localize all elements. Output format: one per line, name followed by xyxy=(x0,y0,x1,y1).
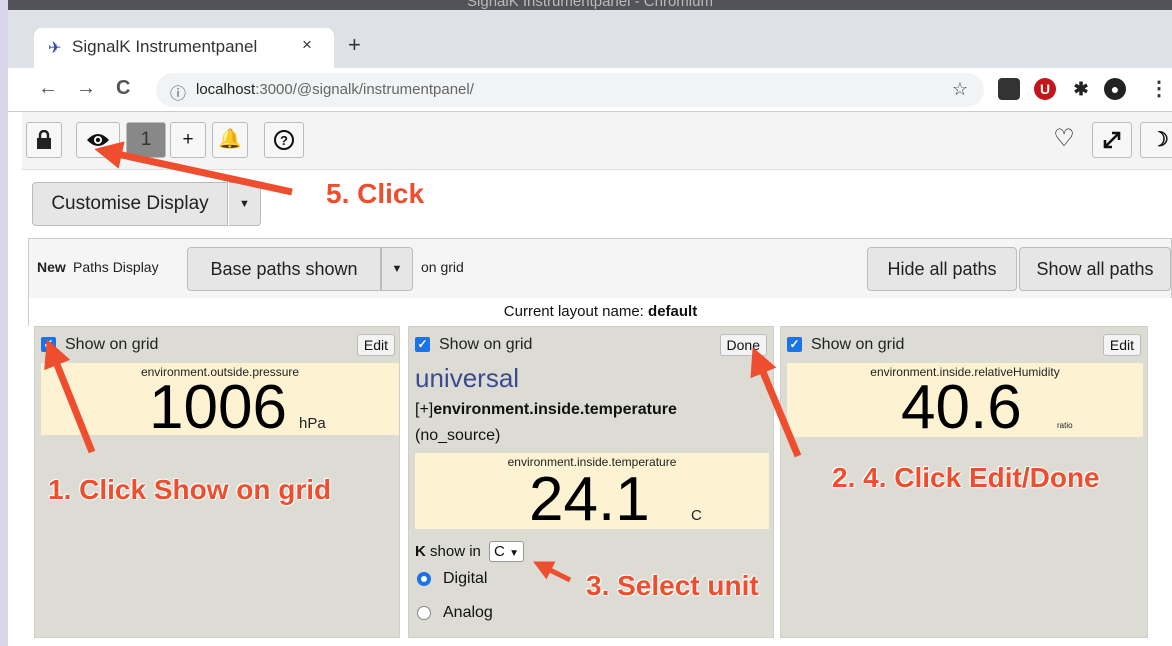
arrow-step5 xyxy=(94,141,293,196)
arrow-step3 xyxy=(533,561,572,583)
annotation-step3: 3. Select unit xyxy=(586,570,759,601)
annotation-arrows xyxy=(44,141,802,583)
screenshot-root: SignalK Instrumentpanel - Chromium ✈ Sig… xyxy=(0,0,1172,646)
annotation-step5: 5. Click xyxy=(326,178,425,209)
annotation-step1: 1. Click Show on grid xyxy=(48,474,332,505)
arrow-step2 xyxy=(750,347,802,458)
annotation-step2: 2. 4. Click Edit/Done xyxy=(832,462,1100,493)
arrow-step1 xyxy=(44,339,96,454)
